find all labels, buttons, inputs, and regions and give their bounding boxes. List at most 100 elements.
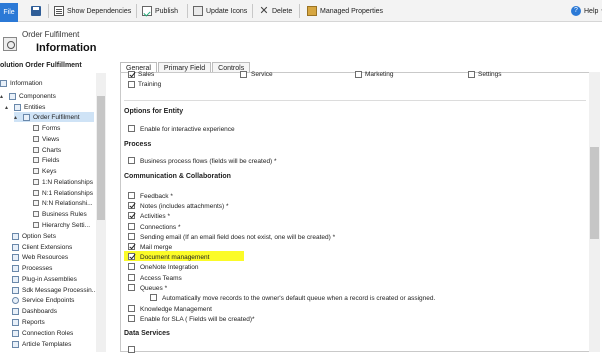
connections-checkbox[interactable] xyxy=(128,223,135,230)
nav-item-plugin-assemblies[interactable]: Plug-in Assemblies xyxy=(12,274,77,284)
managed-properties-label: Managed Properties xyxy=(320,7,384,15)
nav-item-label: Fields xyxy=(42,156,60,164)
onenote-checkbox[interactable] xyxy=(128,263,135,270)
queues-checkbox[interactable] xyxy=(128,284,135,291)
enable-sla-label: Enable for SLA ( Fields will be created)… xyxy=(140,316,255,323)
article-templates-icon xyxy=(12,340,19,348)
save-icon xyxy=(31,6,41,16)
nav-item-keys[interactable]: Keys xyxy=(33,166,56,176)
training-checkbox[interactable] xyxy=(128,81,135,88)
interactive-experience-checkbox[interactable] xyxy=(128,125,135,132)
nav-item-label: Hierarchy Setti... xyxy=(42,221,91,229)
sales-checkbox[interactable] xyxy=(128,71,135,78)
document-management-checkbox[interactable] xyxy=(128,253,135,260)
globe-icon xyxy=(12,296,19,304)
show-dependencies-button[interactable]: Show Dependencies xyxy=(54,5,131,17)
nav-item-1n-relationships[interactable]: 1:N Relationships xyxy=(33,177,93,187)
components-icon xyxy=(9,92,16,100)
save-button[interactable] xyxy=(31,5,41,17)
nav-item-hierarchy-settings[interactable]: Hierarchy Setti... xyxy=(33,220,90,230)
toolbar-divider xyxy=(136,4,137,18)
nav-item-label: Business Rules xyxy=(42,210,87,218)
nav-item-charts[interactable]: Charts xyxy=(33,145,61,155)
notes-checkbox[interactable] xyxy=(128,202,135,209)
form-scrollbar-thumb[interactable] xyxy=(590,147,599,239)
delete-button[interactable]: ✕ Delete xyxy=(259,5,292,17)
marketing-checkbox[interactable] xyxy=(355,71,362,78)
nav-item-label: Keys xyxy=(42,167,57,175)
charts-icon xyxy=(33,147,39,153)
nav-item-label: Article Templates xyxy=(22,340,72,348)
knowledge-management-checkbox[interactable] xyxy=(128,305,135,312)
section-divider xyxy=(124,100,586,101)
nav-item-label: Views xyxy=(42,135,60,143)
nav-item-forms[interactable]: Forms xyxy=(33,123,60,133)
section-options-for-entity: Options for Entity xyxy=(124,108,184,115)
sending-email-checkbox[interactable] xyxy=(128,233,135,240)
nav-item-information[interactable]: Information xyxy=(0,78,43,88)
solution-explorer: Information ▴ Components ▴ Entities ▴ Or… xyxy=(0,73,108,352)
collapse-icon[interactable]: ▴ xyxy=(0,93,6,100)
nav-item-nn-relationships[interactable]: N:N Relationshi... xyxy=(33,198,93,208)
nav-item-views[interactable]: Views xyxy=(33,134,59,144)
nav-item-reports[interactable]: Reports xyxy=(12,317,45,327)
service-checkbox[interactable] xyxy=(240,71,247,78)
publish-label: Publish xyxy=(155,7,178,15)
settings-checkbox[interactable] xyxy=(468,71,475,78)
mail-merge-checkbox[interactable] xyxy=(128,243,135,250)
settings-label: Settings xyxy=(478,71,502,78)
enable-sla-checkbox[interactable] xyxy=(128,315,135,322)
nav-item-sdk-message-processing[interactable]: Sdk Message Processin... xyxy=(12,285,97,295)
plugin-icon xyxy=(12,275,19,283)
document-management-label: Document management xyxy=(140,254,210,261)
update-icons-button[interactable]: Update Icons xyxy=(193,5,247,17)
nav-item-label: Processes xyxy=(22,264,53,272)
collapse-icon[interactable]: ▴ xyxy=(14,114,20,121)
managed-properties-button[interactable]: Managed Properties xyxy=(307,5,383,17)
notes-label: Notes (includes attachments) * xyxy=(140,203,229,210)
feedback-checkbox[interactable] xyxy=(128,192,135,199)
connections-label: Connections * xyxy=(140,224,181,231)
toolbar-divider xyxy=(48,4,49,18)
dependencies-icon xyxy=(54,6,64,16)
help-button[interactable]: ? Help ▾ xyxy=(571,5,602,17)
update-icons-icon xyxy=(193,6,203,16)
onenote-label: OneNote Integration xyxy=(140,264,199,271)
command-bar: File Show Dependencies Publish Update Ic… xyxy=(0,0,602,22)
nav-item-article-templates[interactable]: Article Templates xyxy=(12,339,71,349)
publish-button[interactable]: Publish xyxy=(142,5,178,17)
update-icons-label: Update Icons xyxy=(206,7,248,15)
nav-item-dashboards[interactable]: Dashboards xyxy=(12,306,57,316)
information-icon xyxy=(0,79,7,87)
business-process-flows-checkbox[interactable] xyxy=(128,157,135,164)
nav-item-option-sets[interactable]: Option Sets xyxy=(12,231,56,241)
collapse-icon[interactable]: ▴ xyxy=(5,104,11,111)
nav-item-fields[interactable]: Fields xyxy=(33,155,59,165)
nav-item-service-endpoints[interactable]: Service Endpoints xyxy=(12,295,74,305)
activities-checkbox[interactable] xyxy=(128,212,135,219)
nav-item-processes[interactable]: Processes xyxy=(12,263,52,273)
sales-label: Sales xyxy=(138,71,155,78)
access-teams-checkbox[interactable] xyxy=(128,274,135,281)
nav-item-label: Information xyxy=(10,79,43,87)
auto-move-checkbox[interactable] xyxy=(150,294,157,301)
nav-item-label: Entities xyxy=(24,103,46,111)
training-label: Training xyxy=(138,81,162,88)
nav-item-connection-roles[interactable]: Connection Roles xyxy=(12,328,73,338)
nav-item-web-resources[interactable]: Web Resources xyxy=(12,252,68,262)
help-label: Help xyxy=(584,7,599,15)
fields-icon xyxy=(33,157,39,163)
nav-scrollbar-thumb[interactable] xyxy=(97,96,105,220)
nav-item-entities[interactable]: ▴ Entities xyxy=(5,102,45,112)
nav-item-client-extensions[interactable]: Client Extensions xyxy=(12,242,72,252)
knowledge-management-label: Knowledge Management xyxy=(140,306,212,313)
nav-item-label: Connection Roles xyxy=(22,329,74,337)
nav-item-order-fulfilment[interactable]: ▴ Order Fulfilment xyxy=(14,112,94,122)
file-tab[interactable]: File xyxy=(0,3,18,22)
forms-icon xyxy=(33,125,39,131)
toolbar-divider xyxy=(299,4,300,18)
nav-item-n1-relationships[interactable]: N:1 Relationships xyxy=(33,188,93,198)
nav-item-components[interactable]: ▴ Components xyxy=(0,91,56,101)
nav-item-business-rules[interactable]: Business Rules xyxy=(33,209,87,219)
delete-label: Delete xyxy=(272,7,293,15)
